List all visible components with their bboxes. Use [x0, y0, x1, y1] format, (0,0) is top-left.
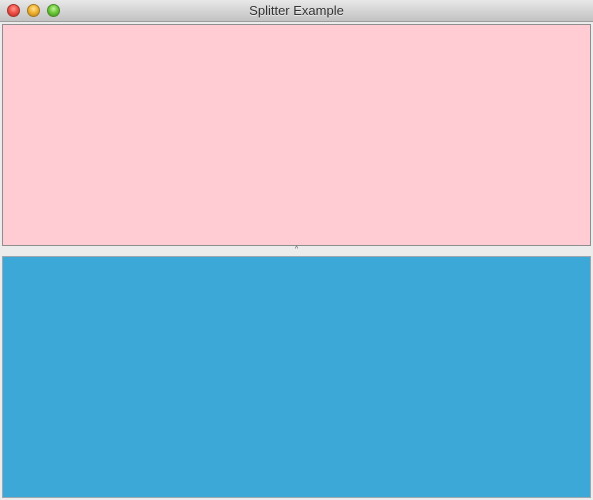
window-title: Splitter Example	[249, 3, 344, 18]
splitter-divider[interactable]: ^	[0, 246, 593, 256]
splitter-grip-icon[interactable]: ^	[293, 246, 300, 253]
app-window: Splitter Example ^	[0, 0, 593, 500]
top-pane	[2, 24, 591, 246]
bottom-pane	[2, 256, 591, 498]
title-bar[interactable]: Splitter Example	[0, 0, 593, 22]
